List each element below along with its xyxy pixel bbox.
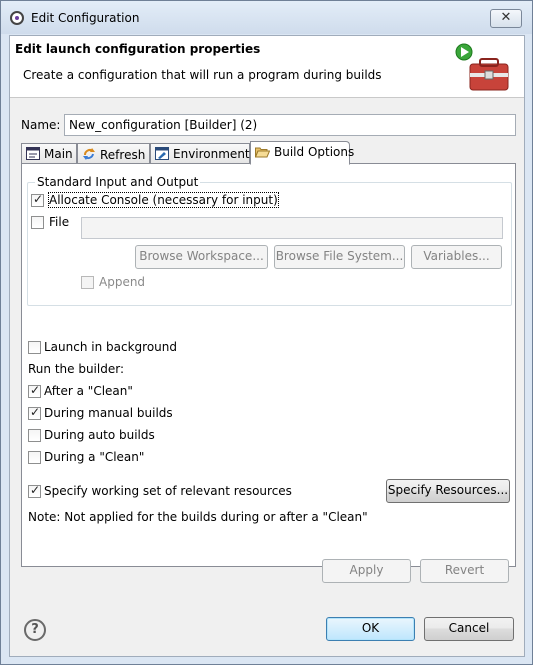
after-clean-checkbox[interactable]	[28, 383, 41, 398]
close-button[interactable]: ✕	[490, 9, 522, 28]
after-clean-label[interactable]: After a "Clean"	[44, 384, 133, 398]
environment-icon	[155, 147, 169, 163]
eclipse-app-icon	[10, 11, 24, 25]
browse-file-system-button[interactable]: Browse File System...	[274, 245, 405, 269]
manual-builds-checkbox[interactable]	[28, 405, 41, 420]
clean-note: Note: Not applied for the builds during …	[28, 510, 368, 524]
name-label: Name:	[21, 118, 61, 132]
auto-builds-checkbox[interactable]	[28, 429, 41, 442]
append-checkbox[interactable]	[81, 276, 94, 289]
ok-button[interactable]: OK	[326, 617, 415, 641]
tab-main-label: Main	[44, 147, 73, 161]
dialog-header: Edit launch configuration properties Cre…	[10, 36, 524, 98]
header-message: Create a configuration that will run a p…	[23, 68, 382, 82]
auto-builds-label[interactable]: During auto builds	[44, 428, 155, 442]
file-path-input[interactable]	[81, 217, 503, 239]
standard-io-group-label: Standard Input and Output	[35, 175, 201, 189]
apply-button[interactable]: Apply	[322, 559, 411, 583]
working-set-label[interactable]: Specify working set of relevant resource…	[44, 484, 292, 498]
launch-background-label[interactable]: Launch in background	[44, 340, 177, 354]
name-input[interactable]	[64, 114, 516, 136]
dialog-client-area: Edit launch configuration properties Cre…	[9, 35, 525, 657]
cancel-button[interactable]: Cancel	[424, 617, 514, 641]
run-builder-label: Run the builder:	[28, 362, 124, 376]
browse-workspace-button[interactable]: Browse Workspace...	[135, 245, 268, 269]
tab-environment[interactable]: Environment	[150, 143, 250, 164]
tab-refresh-label: Refresh	[100, 148, 146, 162]
tab-refresh[interactable]: Refresh	[77, 143, 150, 164]
working-set-checkbox[interactable]	[28, 483, 41, 498]
manual-builds-label[interactable]: During manual builds	[44, 406, 173, 420]
specify-resources-button[interactable]: Specify Resources...	[386, 479, 510, 503]
file-label[interactable]: File	[49, 215, 69, 229]
tab-main[interactable]: Main	[21, 143, 77, 164]
standard-io-group: Standard Input and Output Allocate Conso…	[27, 175, 512, 306]
tab-environment-label: Environment	[173, 147, 250, 161]
append-label[interactable]: Append	[99, 275, 145, 289]
tab-build-options[interactable]: Build Options	[250, 141, 354, 165]
header-title: Edit launch configuration properties	[15, 42, 261, 56]
refresh-icon	[82, 147, 96, 164]
variables-button[interactable]: Variables...	[411, 245, 502, 269]
during-clean-checkbox[interactable]	[28, 451, 41, 464]
window-title: Edit Configuration	[31, 11, 140, 25]
during-clean-label[interactable]: During a "Clean"	[44, 450, 144, 464]
allocate-console-checkbox[interactable]	[31, 192, 44, 207]
build-options-panel: Standard Input and Output Allocate Conso…	[21, 163, 516, 567]
title-bar[interactable]: Edit Configuration ✕	[1, 1, 532, 34]
launch-background-checkbox[interactable]	[28, 341, 41, 354]
toolbox-run-icon	[455, 43, 509, 91]
tab-build-options-label: Build Options	[274, 145, 355, 159]
revert-button[interactable]: Revert	[420, 559, 509, 583]
edit-configuration-window: Edit Configuration ✕ Edit launch configu…	[0, 0, 533, 665]
main-tab-icon	[26, 147, 40, 163]
file-checkbox[interactable]	[31, 216, 44, 229]
allocate-console-label[interactable]: Allocate Console (necessary for input)	[48, 192, 279, 208]
folder-open-icon	[254, 146, 271, 161]
help-icon[interactable]: ?	[24, 619, 46, 641]
